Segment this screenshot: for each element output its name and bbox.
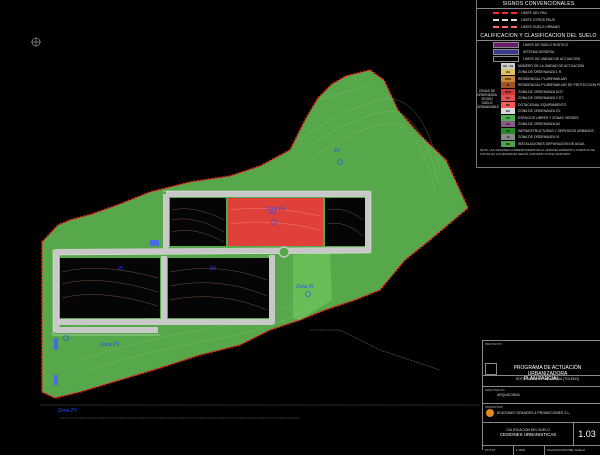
zone-desc: DOTACIONAL EQUIPAMIENTO (518, 103, 600, 107)
transformer-symbol-2 (54, 338, 58, 350)
zone-code: APU (501, 76, 515, 82)
tb-plan-1-short: CALIFICACION DEL SUELO (544, 446, 600, 455)
zone-label: Zona DE (266, 206, 286, 212)
title-block: PROYECTO PROGRAMA DE ACTUACIÓN URBANIZAD… (482, 340, 600, 450)
zone-label: ZV (210, 266, 217, 272)
legend-title-signs: SIGNOS CONVENCIONALES (477, 0, 600, 9)
zone-code: VI (501, 134, 515, 140)
sign-label: LIMITE DEL PAU (521, 11, 600, 15)
tb-architect-row: ARQUITECTO ARQUICONSA (483, 386, 600, 403)
sign-swatch (493, 19, 517, 21)
zone-code: AV (501, 121, 515, 127)
zone-code: IN (501, 128, 515, 134)
sign-label: LIMITE OTROS PAUS (521, 18, 600, 22)
classes-list: LÍMITE DE SUELO RÚSTICO SISTEMA GENERAL LÍ… (477, 41, 600, 62)
zones-list: UAZONA DE ORDENANZA 1 R.APURESIDENCIAL P… (477, 69, 600, 147)
zone-code: ZV (501, 115, 515, 121)
zone-code: DOT (501, 89, 515, 95)
zone-code: DT (501, 95, 515, 101)
sign-swatch (493, 12, 517, 14)
class-swatch (493, 56, 519, 62)
tb-promoter-row: PROMOTOR EDICIONES GRANDES & PROMOCIONES… (483, 403, 600, 422)
ua-code: UA · 01 (501, 63, 515, 69)
zone-code: UA (501, 69, 515, 75)
zone-desc: ESPACIOS LIBRES Y ZONAS VERDES (518, 116, 600, 120)
class-row: SISTEMA GENERAL (477, 48, 600, 55)
zone-desc: INSTALACIONES DEPURACIÓN DE AGUA (518, 142, 600, 146)
transformer-symbol-3 (54, 375, 58, 385)
zone-label: VI (118, 266, 123, 272)
zone-desc: RESIDENCIAL PLURIFAMILIAR (518, 77, 600, 81)
legend-title-calif: CALIFICACION Y CLASIFICACION DEL SUELO (477, 32, 600, 41)
zone-desc: ZONA DE ORDENANZA AV. (518, 122, 600, 126)
tb-project-small: PROYECTO (485, 342, 502, 346)
tb-project: PROYECTO PROGRAMA DE ACTUACIÓN URBANIZAD… (483, 340, 600, 375)
tb-phase: PLAN PARCIAL (483, 376, 600, 382)
zone-desc: RESIDENCIAL PLURIFAMILIAR DE PROTECCIÓN … (518, 83, 600, 87)
class-swatch (493, 49, 519, 55)
transformer-symbol (150, 240, 159, 246)
sign-label: LIMITE SUELO URBANO (521, 25, 600, 29)
sign-row: LIMITE OTROS PAUS (477, 16, 600, 23)
ua-caption: NÚMERO DE LA UNIDAD DE ACTUACIÓN (518, 64, 600, 68)
class-label: LÍMITE DE SUELO RÚSTICO (523, 43, 600, 47)
tb-project-1: PROGRAMA DE ACTUACIÓN URBANIZADORA (483, 341, 600, 377)
sign-swatch (493, 26, 517, 28)
tb-architect-small: ARQUITECTO (485, 388, 505, 392)
class-row: LÍMITE DE UNIDAD DE ACTUACIÓN (477, 55, 600, 62)
roundabout (279, 247, 289, 257)
tb-meta-row: OCT-07 1:1000 CALIFICACION DEL SUELO (483, 445, 600, 455)
zone-row: DEINSTALACIONES DEPURACIÓN DE AGUA (477, 141, 600, 148)
zone-desc: ZONA DE ORDENANZA 2 DT. (518, 96, 600, 100)
tb-plan-row: CALIFICACION DEL SUELO CESIONES URBANIST… (483, 422, 600, 445)
tb-plan-2: CESIONES URBANISTICAS (483, 432, 573, 437)
municipal-seal-icon (485, 363, 497, 375)
tb-scale: 1:1000 (513, 446, 544, 455)
zone-desc: ZONA DE ORDENANZA DOT. (518, 90, 600, 94)
class-label: SISTEMA GENERAL (523, 50, 600, 54)
zone-desc: ZONA DE ORDENANZA VI. (518, 135, 600, 139)
zone-code: EZ (501, 108, 515, 114)
zone-label: Zona ZV (58, 408, 78, 414)
promoter-logo-icon (486, 409, 494, 417)
class-swatch (493, 42, 519, 48)
zone-code: DE (501, 141, 515, 147)
tb-plan-code: 1.03 (573, 423, 600, 445)
zone-code: DE (501, 102, 515, 108)
north-arrow-icon (31, 37, 41, 47)
zone-desc: ZONA DE ORDENANZA ZV. (518, 109, 600, 113)
legend-note: NOTA: LAS CESIONES CORRESPONDIENTES AL A… (477, 147, 600, 157)
sign-row: LIMITE SUELO URBANO (477, 23, 600, 30)
class-label: LÍMITE DE UNIDAD DE ACTUACIÓN (523, 57, 600, 61)
legend-panel: SIGNOS CONVENCIONALES LIMITE DEL PAULIMI… (476, 0, 600, 168)
zone-label: Zona ZV (100, 342, 120, 348)
zone-code: R (501, 82, 515, 88)
class-row: LÍMITE DE SUELO RÚSTICO (477, 41, 600, 48)
zone-label: Zona VI (296, 284, 314, 290)
zones-block: ZONAS DE ORDENANZA SEGÚN SUELO URBANIZAB… (477, 69, 600, 147)
zone-label: ZV (334, 148, 341, 154)
tb-phase-row: PLAN PARCIAL (483, 375, 600, 386)
sign-row: LIMITE DEL PAU (477, 9, 600, 16)
ua-row: UA · 01 NÚMERO DE LA UNIDAD DE ACTUACIÓN (477, 62, 600, 69)
signs-list: LIMITE DEL PAU LIMITE OTROS PAUS LIMITE SU… (477, 9, 600, 30)
zone-desc: INFRAESTRUCTURAS Y SERVICIOS URBANOS (518, 129, 600, 133)
tb-date: OCT-07 (483, 446, 513, 455)
zone-desc: ZONA DE ORDENANZA 1 R. (518, 70, 600, 74)
